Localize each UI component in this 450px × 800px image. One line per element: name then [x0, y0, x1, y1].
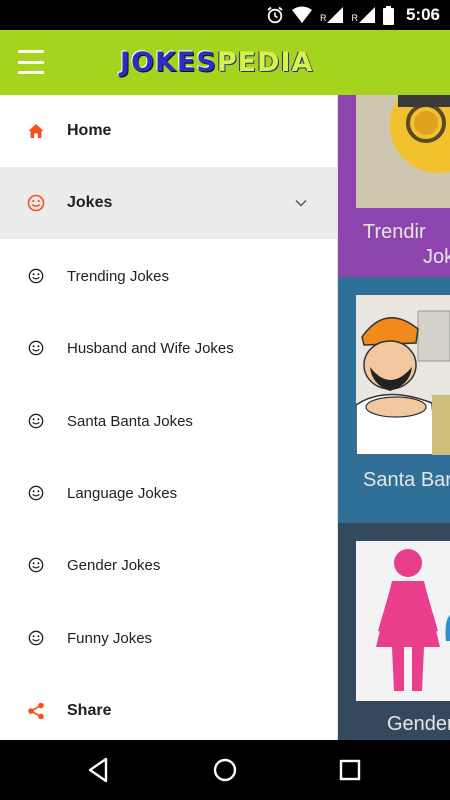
navigation-drawer: Home Jokes Trending Jokes Husband and Wi… — [0, 95, 338, 740]
drawer-item-label: Funny Jokes — [67, 629, 153, 647]
smiley-icon — [27, 556, 45, 574]
back-icon[interactable] — [84, 754, 116, 786]
signal-strength: R — [320, 7, 344, 23]
smiley-icon — [27, 194, 45, 212]
status-bar: R R 5:06 — [0, 0, 450, 30]
chevron-down-icon[interactable] — [294, 196, 308, 210]
drawer-item-label: Home — [67, 122, 112, 139]
woman-symbol-image — [356, 541, 450, 701]
status-time: 5:06 — [405, 5, 440, 24]
category-card-gender[interactable]: Gender — [337, 523, 450, 740]
drawer-item-label: Share — [67, 702, 112, 719]
signal-strength-2: R — [351, 7, 375, 23]
card-image — [356, 95, 450, 208]
drawer-item-home[interactable]: Home — [0, 95, 337, 167]
card-title: Gender — [387, 713, 450, 735]
drawer-item-santa-banta-jokes[interactable]: Santa Banta Jokes — [0, 385, 337, 457]
menu-line-icon — [18, 71, 44, 74]
status-icons: R R 5:06 — [266, 0, 450, 30]
drawer-item-label: Jokes — [67, 194, 113, 211]
home-button-icon[interactable] — [209, 754, 241, 786]
drawer-item-label: Language Jokes — [67, 484, 178, 502]
network-type-label-2: R — [351, 13, 358, 23]
card-image — [356, 295, 450, 455]
wifi-icon — [291, 6, 312, 23]
signal-icon-2 — [358, 7, 375, 23]
system-navigation-bar — [0, 740, 450, 800]
logo-part-pedia: PEDIA — [216, 47, 314, 78]
content-area: Trendir Jok Santa Bar Gender — [337, 95, 450, 740]
alarm-icon — [267, 6, 283, 24]
drawer-item-husband-and-wife-jokes[interactable]: Husband and Wife Jokes — [0, 312, 337, 384]
battery-icon — [382, 5, 394, 25]
smiley-icon — [27, 267, 45, 285]
category-card-santa-banta[interactable]: Santa Bar — [337, 277, 450, 523]
drawer-item-label: Husband and Wife Jokes — [67, 339, 234, 357]
menu-line-icon — [18, 60, 44, 64]
app-bar: JOKESPEDIA — [0, 30, 450, 95]
hamburger-menu-button[interactable] — [18, 50, 44, 74]
cartoon-man-image — [356, 295, 450, 455]
drawer-item-label: Gender Jokes — [67, 556, 161, 574]
app-logo: JOKESPEDIA — [120, 47, 313, 78]
signal-icon — [327, 7, 344, 23]
smiley-icon — [27, 484, 45, 502]
share-icon — [27, 702, 45, 720]
drawer-item-label: Santa Banta Jokes — [67, 412, 193, 430]
drawer-item-gender-jokes[interactable]: Gender Jokes — [0, 529, 337, 601]
drawer-item-trending-jokes[interactable]: Trending Jokes — [0, 240, 337, 312]
smiley-icon — [27, 339, 45, 357]
smiley-icon — [27, 629, 45, 647]
menu-line-icon — [18, 50, 44, 53]
smiley-icon — [27, 412, 45, 430]
drawer-item-label: Trending Jokes — [67, 267, 169, 285]
drawer-item-jokes[interactable]: Jokes — [0, 167, 337, 239]
home-icon — [27, 122, 45, 140]
card-title-line1: Trendir — [363, 221, 426, 243]
network-type-label: R — [319, 13, 327, 23]
card-title: Santa Bar — [363, 469, 450, 491]
card-title-line2: Jok — [423, 246, 450, 268]
drawer-item-language-jokes[interactable]: Language Jokes — [0, 457, 337, 529]
card-image — [356, 541, 450, 701]
category-card-trending[interactable]: Trendir Jok — [337, 95, 450, 277]
drawer-item-funny-jokes[interactable]: Funny Jokes — [0, 602, 337, 674]
drawer-item-share[interactable]: Share — [0, 675, 337, 747]
emoji-with-glasses-image — [356, 95, 450, 208]
recent-apps-icon[interactable] — [334, 754, 366, 786]
logo-part-jokes: JOKES — [120, 47, 217, 78]
